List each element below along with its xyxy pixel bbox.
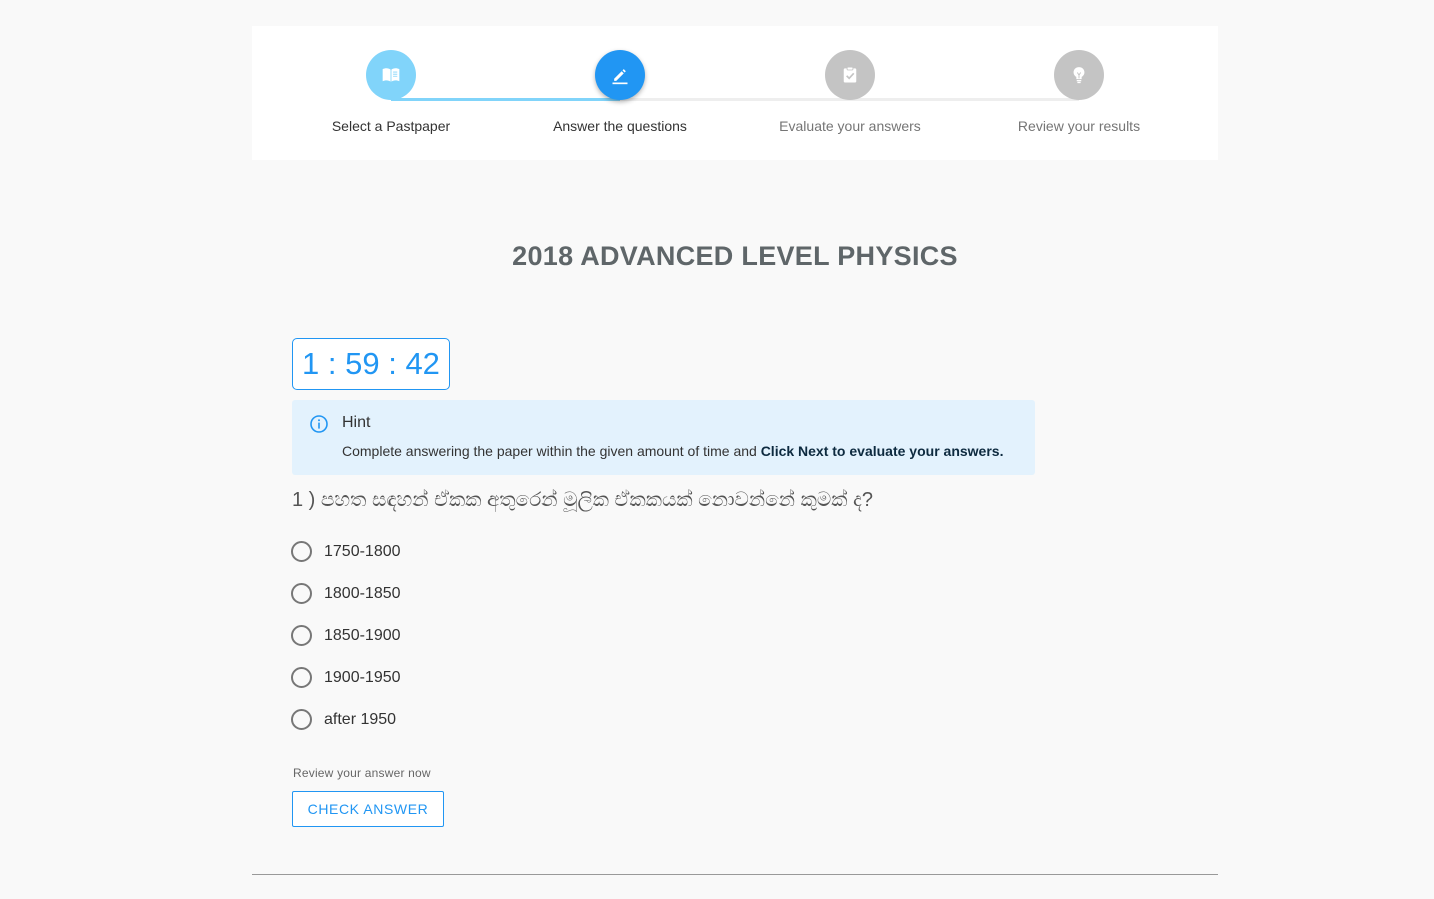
option-label: 1750-1800 [324,542,401,560]
lightbulb-icon [1073,67,1085,84]
step-circle-completed [366,50,416,100]
option-label: 1900-1950 [324,668,401,686]
radio-button[interactable] [291,667,312,688]
progress-stepper: Select a Pastpaper Answer the questions … [252,26,1218,160]
step-label: Answer the questions [553,118,687,134]
paper-title: 2018 ADVANCED LEVEL PHYSICS [512,241,958,271]
radio-button[interactable] [291,541,312,562]
book-icon [382,68,400,82]
option-label: after 1950 [324,710,397,728]
review-note: Review your answer now [293,766,431,780]
radio-button[interactable] [291,583,312,604]
countdown-timer: 1 : 59 : 42 [292,338,450,390]
hint-box: Hint Complete answering the paper within… [292,400,1035,475]
step-circle-pending [1054,50,1104,100]
answer-option[interactable]: 1850-1900 [291,625,401,646]
radio-button[interactable] [291,709,312,730]
step-circle-active [595,50,645,100]
hint-text-bold: Click Next to evaluate your answers. [760,443,1004,459]
radio-button[interactable] [291,625,312,646]
step-label: Review your results [1017,118,1141,134]
step-label: Evaluate your answers [779,118,921,134]
hint-title: Hint [342,414,371,431]
hint-text-plain: Complete answering the paper within the … [342,443,761,459]
pencil-icon [612,69,628,85]
check-answer-button[interactable]: CHECK ANSWER [292,791,444,827]
section-divider [252,874,1218,875]
question-text: 1 ) පහත සඳහන් ඒකක අතුරෙන් මූලික ඒකකයක් න… [292,489,874,511]
step-review-results[interactable]: Review your results [964,50,1194,134]
info-icon [310,415,328,433]
clipboard-check-icon [843,66,857,83]
step-answer-questions[interactable]: Answer the questions [505,50,735,134]
step-evaluate-answers[interactable]: Evaluate your answers [735,50,965,134]
answer-option[interactable]: 1800-1850 [291,583,401,604]
hint-text: Complete answering the paper within the … [342,443,1003,459]
answer-option[interactable]: 1900-1950 [291,667,401,688]
answer-options: 1750-1800 1800-1850 1850-1900 1900-1950 … [291,541,401,751]
option-label: 1800-1850 [324,584,401,602]
step-select-pastpaper[interactable]: Select a Pastpaper [276,50,506,134]
step-label: Select a Pastpaper [331,118,451,134]
step-circle-pending [825,50,875,100]
answer-option[interactable]: after 1950 [291,709,401,730]
answer-option[interactable]: 1750-1800 [291,541,401,562]
option-label: 1850-1900 [324,626,401,644]
